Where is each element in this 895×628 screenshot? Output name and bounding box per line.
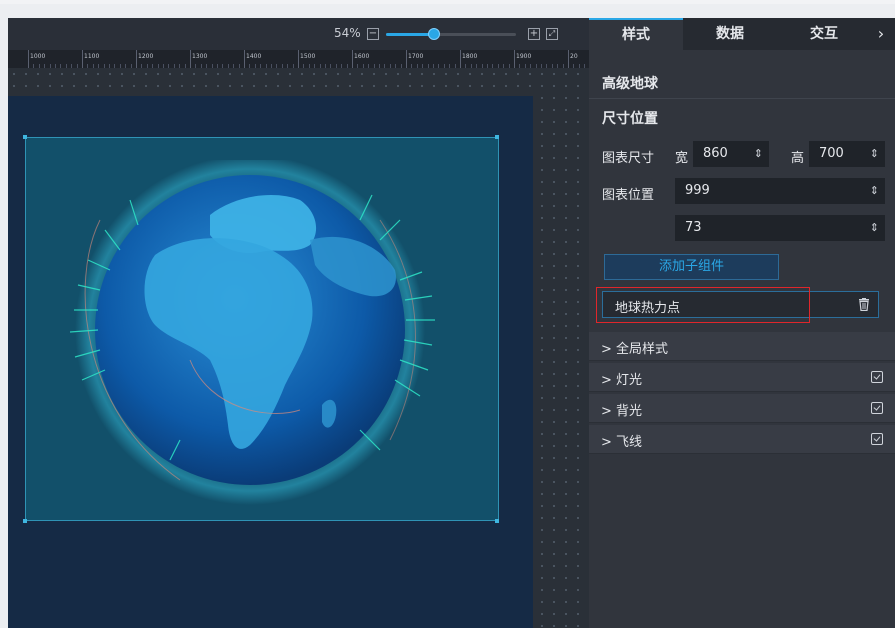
accordion-flylines[interactable]: > 飞线 <box>589 425 895 454</box>
height-label: 高 <box>791 151 805 166</box>
height-value: 700 <box>819 146 844 161</box>
position-y-value: 73 <box>685 220 702 235</box>
ruler-major-tick <box>244 50 245 68</box>
top-strip <box>0 0 895 4</box>
height-input[interactable]: 700 ⇕ <box>809 141 885 167</box>
ruler-label: 1500 <box>300 53 316 60</box>
checkbox-checked-icon[interactable] <box>871 433 883 445</box>
ruler-label: 1000 <box>30 53 46 60</box>
style-panel: 样式 数据 交互 › 高级地球 尺寸位置 图表尺寸 宽 860 ⇕ 高 700 … <box>589 18 895 628</box>
zoom-percentage: 54% <box>334 26 361 40</box>
ruler-label: 1400 <box>246 53 262 60</box>
ruler-label: 1600 <box>354 53 370 60</box>
component-title: 高级地球 <box>602 76 658 92</box>
panel-tabs: 样式 数据 交互 › <box>589 18 895 50</box>
size-position-title: 尺寸位置 <box>602 111 658 127</box>
chart-position-label: 图表位置 <box>602 188 655 203</box>
ruler-major-tick <box>352 50 353 68</box>
position-x-value: 999 <box>685 183 710 198</box>
accordion-label: > 全局样式 <box>601 342 669 357</box>
ruler-label: 1800 <box>462 53 478 60</box>
trash-icon[interactable] <box>858 298 870 311</box>
width-label: 宽 <box>675 151 689 166</box>
spinner-icon[interactable]: ⇕ <box>870 215 879 241</box>
accordion-global-style[interactable]: > 全局样式 <box>589 332 895 361</box>
resize-handle-tr[interactable] <box>495 135 499 139</box>
zoom-in-icon[interactable]: + <box>528 28 540 40</box>
resize-handle-br[interactable] <box>495 519 499 523</box>
spinner-icon[interactable]: ⇕ <box>870 141 879 167</box>
position-x-input[interactable]: 999 ⇕ <box>675 178 885 204</box>
earth-globe <box>69 160 435 505</box>
divider <box>589 98 895 99</box>
accordion-light[interactable]: > 灯光 <box>589 363 895 392</box>
ruler-major-tick <box>460 50 461 68</box>
ruler-label: 1200 <box>138 53 154 60</box>
ruler-major-tick <box>82 50 83 68</box>
ruler-major-tick <box>28 50 29 68</box>
chevron-right-icon[interactable]: › <box>871 18 891 50</box>
ruler-major-tick <box>298 50 299 68</box>
accordion-label: > 背光 <box>601 404 643 419</box>
ruler-major-tick <box>190 50 191 68</box>
ruler-major-tick <box>568 50 569 68</box>
accordion-backlight[interactable]: > 背光 <box>589 394 895 423</box>
tab-style[interactable]: 样式 <box>589 18 683 50</box>
canvas-toolbar: 54% − + ⤢ <box>8 18 589 50</box>
tab-interaction[interactable]: 交互 <box>777 18 871 50</box>
ruler-major-tick <box>136 50 137 68</box>
accordion-label: > 灯光 <box>601 373 643 388</box>
ruler-label: 1100 <box>84 53 100 60</box>
ruler-label: 20 <box>570 53 578 60</box>
width-input[interactable]: 860 ⇕ <box>693 141 769 167</box>
fit-screen-icon[interactable]: ⤢ <box>546 28 558 40</box>
zoom-slider[interactable] <box>386 28 516 40</box>
ruler-label: 1300 <box>192 53 208 60</box>
zoom-out-icon[interactable]: − <box>367 28 379 40</box>
selection-highlight-box <box>596 287 810 323</box>
tab-data[interactable]: 数据 <box>683 18 777 50</box>
resize-handle-tl[interactable] <box>23 135 27 139</box>
ruler-major-tick <box>406 50 407 68</box>
accordion-label: > 飞线 <box>601 435 643 450</box>
zoom-slider-thumb[interactable] <box>427 28 440 40</box>
add-child-component-button[interactable]: 添加子组件 <box>604 254 779 280</box>
zoom-slider-fill <box>386 33 434 36</box>
checkbox-checked-icon[interactable] <box>871 371 883 383</box>
resize-handle-bl[interactable] <box>23 519 27 523</box>
width-value: 860 <box>703 146 728 161</box>
ruler-label: 1700 <box>408 53 424 60</box>
horizontal-ruler: 1000 1100 1200 1300 1400 1500 1600 1700 1800 1900… <box>8 50 589 68</box>
position-y-input[interactable]: 73 ⇕ <box>675 215 885 241</box>
checkbox-checked-icon[interactable] <box>871 402 883 414</box>
spinner-icon[interactable]: ⇕ <box>754 141 763 167</box>
ruler-major-tick <box>514 50 515 68</box>
spinner-icon[interactable]: ⇕ <box>870 178 879 204</box>
chart-size-label: 图表尺寸 <box>602 151 655 166</box>
ruler-label: 1900 <box>516 53 532 60</box>
